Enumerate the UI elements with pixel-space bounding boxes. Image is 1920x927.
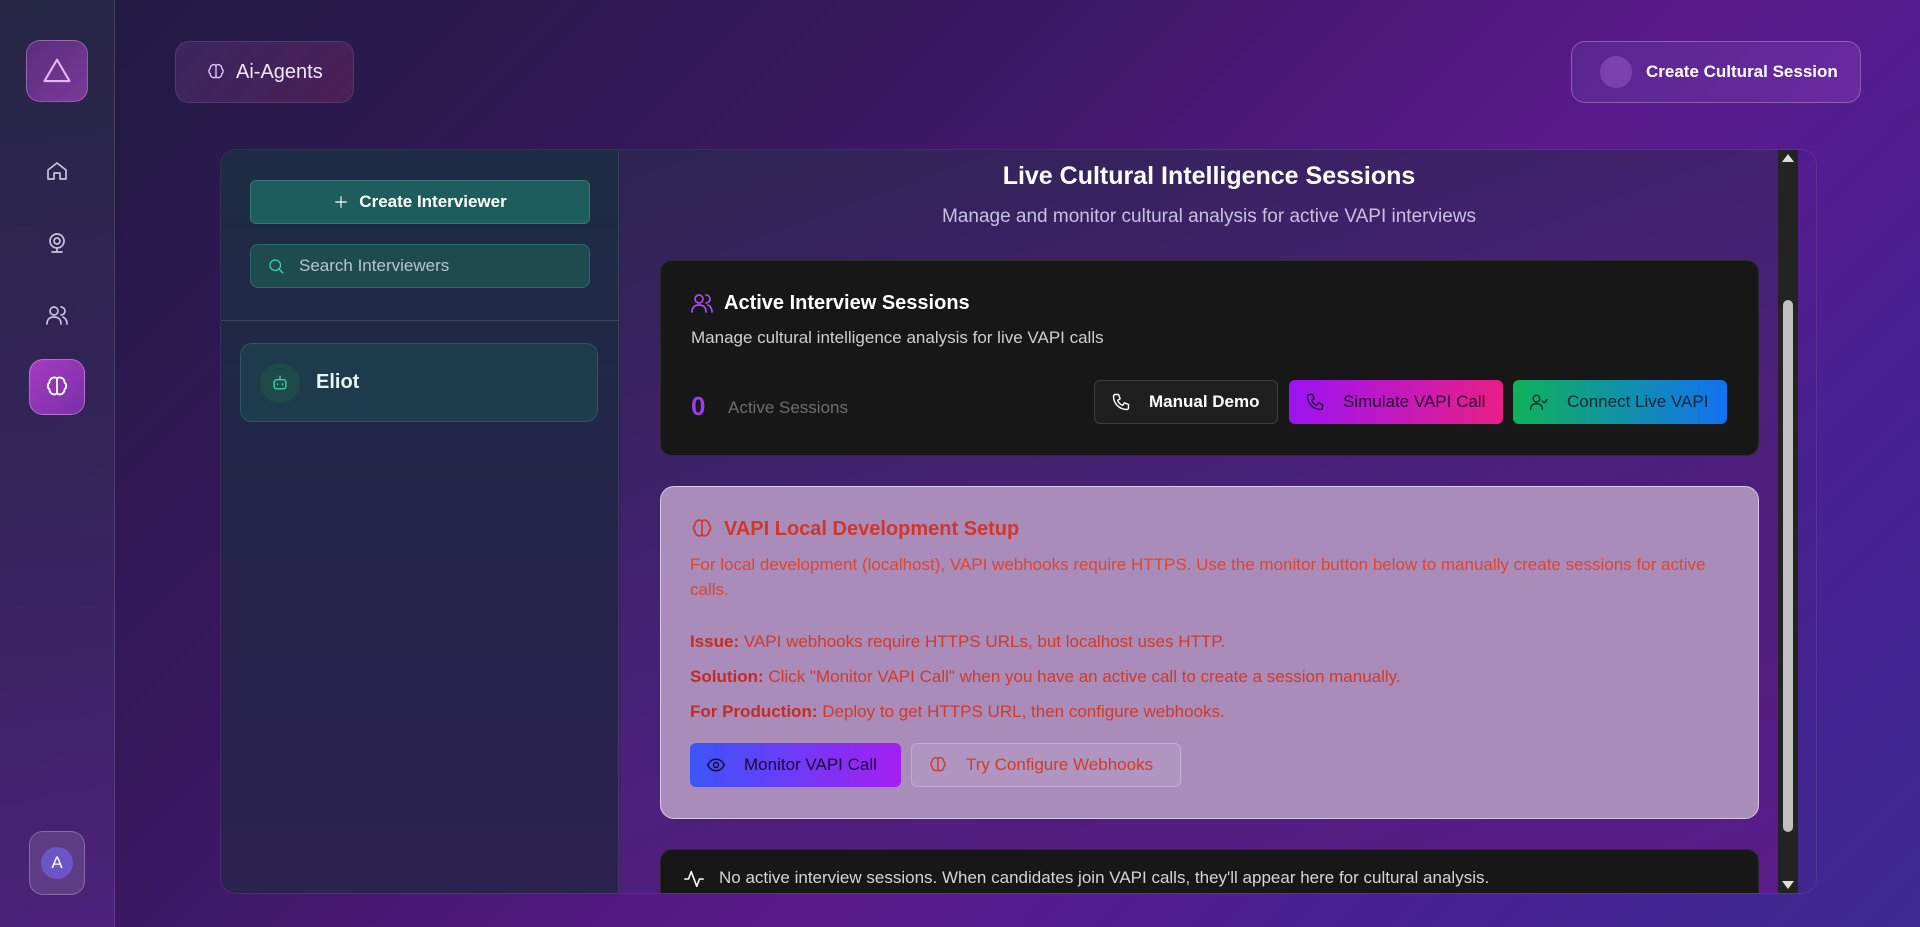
scroll-up-arrow-icon[interactable] bbox=[1782, 154, 1794, 162]
search-icon bbox=[269, 259, 284, 274]
setup-title: VAPI Local Development Setup bbox=[724, 517, 1020, 540]
card-description: Manage cultural intelligence analysis fo… bbox=[691, 328, 1104, 347]
create-interviewer-label: Create Interviewer bbox=[359, 192, 507, 211]
sessions-content: Live Cultural Intelligence Sessions Mana… bbox=[620, 150, 1798, 893]
users-icon[interactable] bbox=[29, 287, 85, 343]
setup-description: For local development (localhost), VAPI … bbox=[690, 555, 1706, 599]
monitor-vapi-call-button[interactable]: Monitor VAPI Call bbox=[690, 743, 901, 787]
ai-agents-chip[interactable]: Ai-Agents bbox=[175, 41, 354, 103]
solution-text: Click "Monitor VAPI Call" when you have … bbox=[768, 667, 1401, 686]
home-icon[interactable] bbox=[29, 143, 85, 199]
create-cultural-session-button[interactable]: Create Cultural Session bbox=[1571, 41, 1861, 103]
ai-agents-label: Ai-Agents bbox=[236, 60, 323, 83]
active-session-label: Active Sessions bbox=[728, 398, 848, 417]
plus-icon bbox=[335, 196, 348, 208]
empty-sessions-card: No active interview sessions. When candi… bbox=[660, 849, 1759, 893]
brain-icon bbox=[692, 519, 712, 537]
production-label: For Production: bbox=[690, 702, 818, 721]
page-title: Live Cultural Intelligence Sessions bbox=[1002, 162, 1416, 190]
issue-label: Issue: bbox=[690, 632, 740, 651]
active-sessions-card: Active Interview Sessions Manage cultura… bbox=[660, 260, 1759, 456]
logo-triangle-icon[interactable] bbox=[26, 40, 88, 102]
main-panel: Create Interviewer Eliot Live Cultural I… bbox=[220, 149, 1817, 894]
brain-icon bbox=[930, 756, 946, 772]
vapi-setup-card: VAPI Local Development Setup For local d… bbox=[660, 486, 1759, 819]
interviewer-name: Eliot bbox=[316, 371, 360, 393]
interviewer-item[interactable]: Eliot bbox=[240, 343, 598, 422]
phone-icon bbox=[1112, 393, 1130, 411]
active-session-count: 0 bbox=[691, 391, 706, 421]
solution-label: Solution: bbox=[690, 667, 764, 686]
session-dot-icon bbox=[1600, 56, 1632, 88]
try-configure-webhooks-button[interactable]: Try Configure Webhooks bbox=[911, 743, 1181, 787]
search-input[interactable] bbox=[299, 256, 569, 276]
scroll-thumb[interactable] bbox=[1783, 300, 1793, 832]
eye-icon bbox=[706, 758, 726, 772]
solution-line: Solution: Click "Monitor VAPI Call" when… bbox=[690, 667, 1401, 687]
issue-text: VAPI webhooks require HTTPS URLs, but lo… bbox=[743, 632, 1226, 651]
webcam-icon[interactable] bbox=[29, 215, 85, 271]
search-interviewers[interactable] bbox=[250, 244, 590, 288]
user-check-icon bbox=[1529, 394, 1549, 411]
phone-icon bbox=[1306, 393, 1324, 411]
brain-icon bbox=[208, 63, 224, 79]
create-session-label: Create Cultural Session bbox=[1646, 62, 1838, 81]
manual-demo-button[interactable]: Manual Demo bbox=[1094, 380, 1278, 424]
create-interviewer-button[interactable]: Create Interviewer bbox=[250, 180, 590, 224]
divider bbox=[221, 320, 619, 321]
card-title: Active Interview Sessions bbox=[724, 291, 970, 314]
activity-icon bbox=[684, 870, 704, 888]
webhooks-label: Try Configure Webhooks bbox=[966, 755, 1154, 774]
connect-live-vapi-button[interactable]: Connect Live VAPI bbox=[1513, 380, 1727, 424]
issue-line: Issue: VAPI webhooks require HTTPS URLs,… bbox=[690, 632, 1225, 652]
user-avatar[interactable]: A bbox=[29, 831, 85, 895]
simulate-label: Simulate VAPI Call bbox=[1343, 392, 1486, 411]
scrollbar[interactable] bbox=[1778, 150, 1798, 893]
page-subtitle: Manage and monitor cultural analysis for… bbox=[941, 206, 1476, 227]
avatar-initial: A bbox=[41, 847, 73, 879]
users-icon bbox=[691, 294, 713, 313]
monitor-label: Monitor VAPI Call bbox=[744, 755, 877, 774]
connect-label: Connect Live VAPI bbox=[1567, 392, 1709, 411]
simulate-vapi-call-button[interactable]: Simulate VAPI Call bbox=[1289, 380, 1503, 424]
production-line: For Production: Deploy to get HTTPS URL,… bbox=[690, 702, 1225, 722]
production-text: Deploy to get HTTPS URL, then configure … bbox=[822, 702, 1225, 721]
brain-icon[interactable] bbox=[29, 359, 85, 415]
empty-message: No active interview sessions. When candi… bbox=[719, 868, 1490, 887]
bot-icon bbox=[260, 362, 300, 403]
scroll-down-arrow-icon[interactable] bbox=[1782, 881, 1794, 889]
manual-demo-label: Manual Demo bbox=[1149, 392, 1260, 411]
interviewers-column: Create Interviewer Eliot bbox=[221, 150, 619, 893]
app-sidebar: A bbox=[0, 0, 115, 927]
